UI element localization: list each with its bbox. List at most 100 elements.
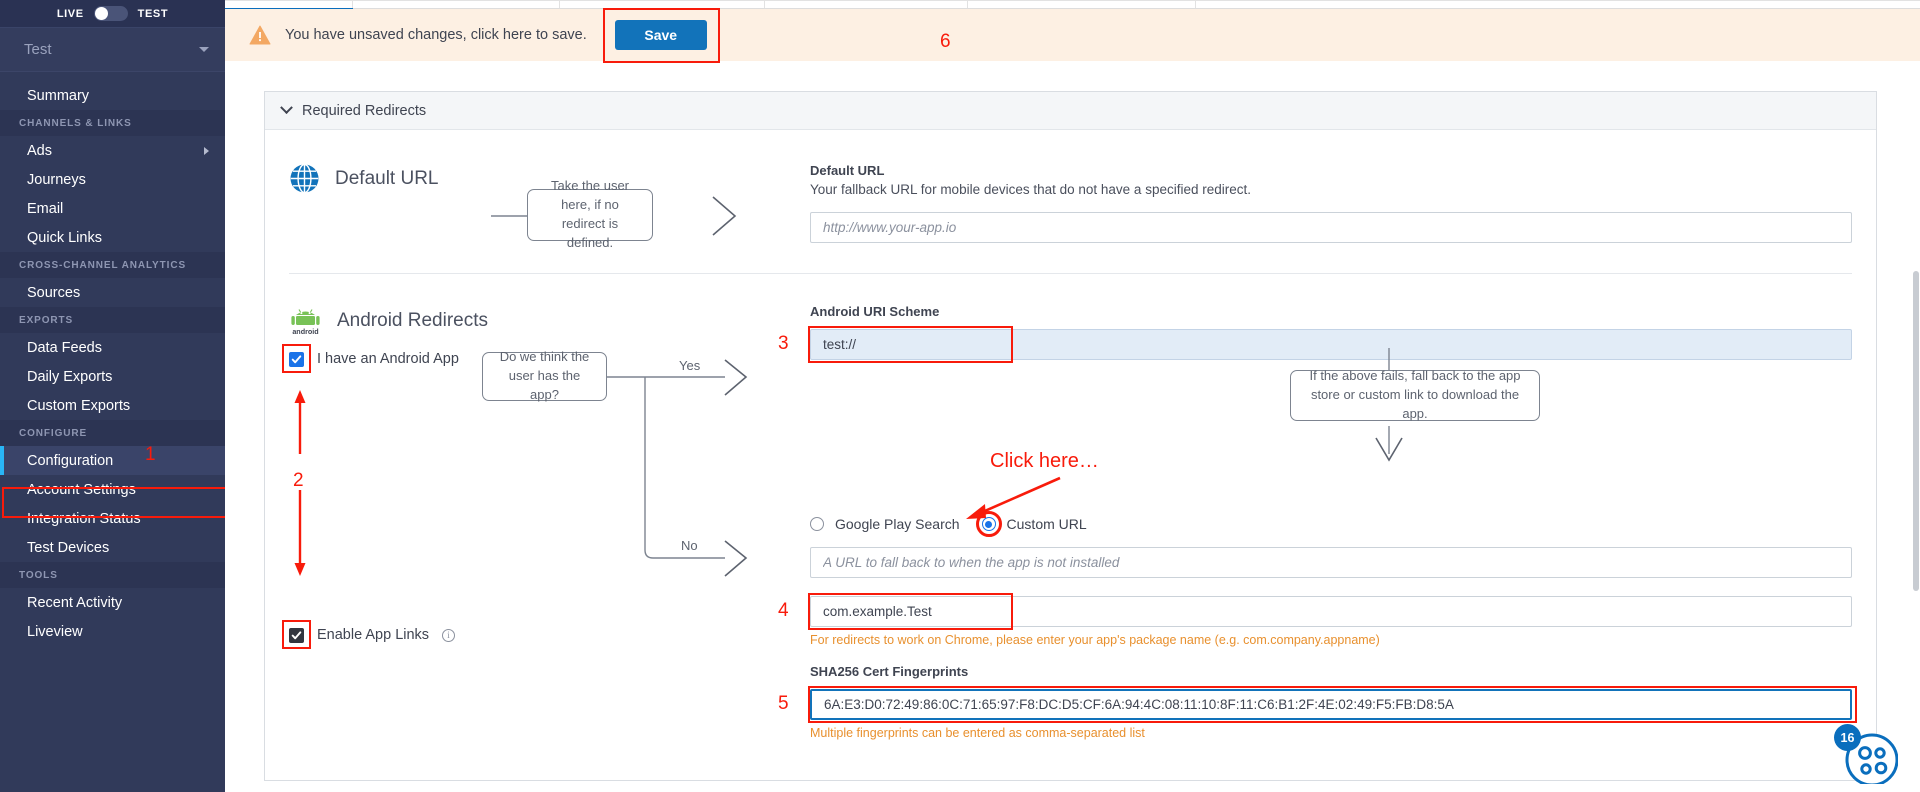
- default-url-platform-label: Default URL: [335, 168, 439, 190]
- sidebar-item-summary[interactable]: Summary: [0, 81, 225, 110]
- sidebar-item-configuration[interactable]: Configuration: [0, 446, 225, 475]
- annotation-number-6: 6: [940, 31, 951, 53]
- sidebar-item-label: Custom Exports: [27, 398, 130, 414]
- scrollbar-thumb[interactable]: [1913, 271, 1919, 591]
- sidebar-item-label: Email: [27, 201, 63, 217]
- sidebar-item-recent-activity[interactable]: Recent Activity: [0, 588, 225, 617]
- sidebar-item-custom-exports[interactable]: Custom Exports: [0, 391, 225, 420]
- tab-4[interactable]: [765, 0, 968, 8]
- support-chat-widget[interactable]: 16: [1842, 728, 1898, 784]
- sidebar-item-ads[interactable]: Ads: [0, 136, 225, 165]
- sidebar-item-label: Configuration: [27, 453, 113, 469]
- radio-google-play-search[interactable]: [810, 517, 824, 531]
- sidebar-item-data-feeds[interactable]: Data Feeds: [0, 333, 225, 362]
- android-left: android Android Redirects I have an Andr…: [265, 304, 810, 740]
- enable-app-links-checkbox[interactable]: [289, 628, 304, 643]
- package-name-input[interactable]: [810, 596, 1852, 627]
- save-button-wrap: Save: [615, 20, 707, 50]
- annotation-number-3: 3: [778, 333, 789, 355]
- sidebar-item-daily-exports[interactable]: Daily Exports: [0, 362, 225, 391]
- android-flow-branches: [607, 352, 807, 582]
- have-android-app-checkbox[interactable]: [289, 352, 304, 367]
- sha256-helper: Multiple fingerprints can be entered as …: [810, 726, 1852, 740]
- env-toggle-switch[interactable]: [94, 6, 128, 21]
- card-title: Required Redirects: [302, 103, 426, 119]
- package-name-helper: For redirects to work on Chrome, please …: [810, 633, 1852, 647]
- sidebar-item-sources[interactable]: Sources: [0, 278, 225, 307]
- save-button[interactable]: Save: [615, 20, 707, 50]
- annotation-click-here: Click here…: [990, 450, 1099, 473]
- sidebar-item-label: Liveview: [27, 624, 83, 640]
- sidebar-item-label: Data Feeds: [27, 340, 102, 356]
- sidebar-item-test-devices[interactable]: Test Devices: [0, 533, 225, 562]
- sha256-field-wrap: 5: [810, 689, 1852, 720]
- package-name-field-wrap: 4: [810, 596, 1852, 627]
- env-test-label: TEST: [138, 8, 169, 20]
- android-flow-yes-label: Yes: [679, 358, 700, 373]
- sidebar-item-label: Ads: [27, 143, 52, 159]
- default-url-flow-note-text: Take the user here, if no redirect is de…: [538, 177, 642, 252]
- sidebar-item-liveview[interactable]: Liveview: [0, 617, 225, 646]
- chevron-right-icon: [204, 147, 209, 155]
- custom-url-input[interactable]: [810, 547, 1852, 578]
- android-platform-label: Android Redirects: [337, 310, 488, 332]
- sha256-label: SHA256 Cert Fingerprints: [810, 664, 1852, 679]
- sidebar-item-label: Recent Activity: [27, 595, 122, 611]
- radio-custom-url-wrap: [982, 517, 996, 531]
- svg-text:android: android: [292, 327, 318, 336]
- tab-3[interactable]: [560, 0, 765, 8]
- android-right: Android URI Scheme 3: [810, 304, 1876, 740]
- card-header-required-redirects[interactable]: Required Redirects: [265, 92, 1876, 130]
- page-scrollbar[interactable]: [1912, 61, 1920, 792]
- banner-message: You have unsaved changes, click here to …: [285, 27, 587, 43]
- sidebar-group-channels-links: CHANNELS & LINKS: [0, 110, 225, 136]
- annotation-number-1: 1: [145, 444, 156, 466]
- sidebar: LIVE TEST Test SummaryCHANNELS & LINKS Ad…: [0, 0, 225, 792]
- sha256-input[interactable]: [810, 689, 1852, 720]
- default-url-input[interactable]: [810, 212, 1852, 243]
- default-url-field-desc: Your fallback URL for mobile devices tha…: [810, 182, 1852, 197]
- tab-2[interactable]: [353, 0, 560, 8]
- app-root: LIVE TEST Test SummaryCHANNELS & LINKS Ad…: [0, 0, 1920, 792]
- required-redirects-card: Required Redirects: [264, 91, 1877, 781]
- radio-custom-url-label: Custom URL: [1007, 516, 1087, 532]
- default-url-flow-note: Take the user here, if no redirect is de…: [527, 189, 653, 241]
- environment-toggle-bar: LIVE TEST: [0, 0, 225, 28]
- sidebar-item-email[interactable]: Email: [0, 194, 225, 223]
- warning-icon: [249, 25, 271, 45]
- account-selector[interactable]: Test: [0, 28, 225, 72]
- android-title: android Android Redirects: [289, 304, 810, 337]
- sidebar-item-quick-links[interactable]: Quick Links: [0, 223, 225, 252]
- info-icon[interactable]: i: [442, 629, 455, 642]
- env-toggle-knob: [95, 7, 108, 20]
- sidebar-item-label: Journeys: [27, 172, 86, 188]
- sidebar-group-cross-channel-analytics: CROSS-CHANNEL ANALYTICS: [0, 252, 225, 278]
- sidebar-item-integration-status[interactable]: Integration Status: [0, 504, 225, 533]
- nav-top-spacer: [0, 72, 225, 81]
- android-fallback-note-text: If the above fails, fall back to the app…: [1301, 367, 1529, 424]
- radio-google-play-search-label: Google Play Search: [835, 516, 960, 532]
- annotation-number-4: 4: [778, 600, 789, 622]
- sidebar-item-label: Account Settings: [27, 482, 136, 498]
- card-body: Default URL Take the user here, if no: [265, 130, 1876, 780]
- sidebar-item-label: Sources: [27, 285, 80, 301]
- radio-custom-url[interactable]: [982, 517, 996, 531]
- tab-1[interactable]: [225, 0, 353, 8]
- sidebar-nav: SummaryCHANNELS & LINKS Ads Journeys Email Q…: [0, 81, 225, 646]
- fallback-radio-group: Google Play Search Custom URL: [810, 516, 1852, 532]
- android-flow-no-label: No: [681, 538, 698, 553]
- default-url-field-label: Default URL: [810, 163, 1852, 178]
- android-uri-scheme-input[interactable]: [810, 329, 1852, 360]
- tab-5[interactable]: [968, 0, 1196, 8]
- content-area: Required Redirects: [225, 61, 1920, 792]
- annotation-number-2: 2: [293, 470, 304, 492]
- chat-unread-badge: 16: [1834, 724, 1861, 751]
- sidebar-item-account-settings[interactable]: Account Settings: [0, 475, 225, 504]
- android-row: android Android Redirects I have an Andr…: [265, 274, 1876, 780]
- sidebar-item-journeys[interactable]: Journeys: [0, 165, 225, 194]
- sidebar-group-tools: TOOLS: [0, 562, 225, 588]
- android-flow-question-text: Do we think the user has the app?: [493, 348, 596, 405]
- default-url-left: Default URL Take the user here, if no: [265, 163, 810, 243]
- annotation-number-5: 5: [778, 693, 789, 715]
- android-fallback-note: If the above fails, fall back to the app…: [1290, 370, 1540, 421]
